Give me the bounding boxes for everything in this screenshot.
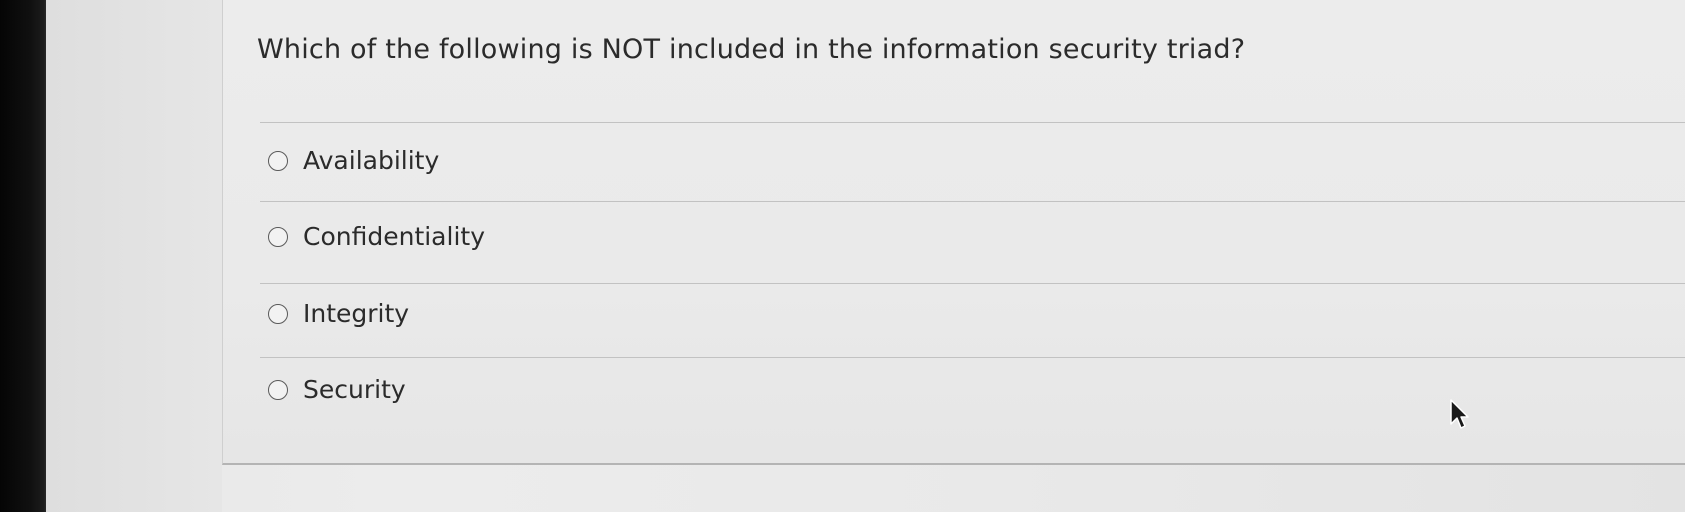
radio-button-icon[interactable]	[268, 379, 288, 400]
mouse-pointer-icon	[1450, 399, 1469, 429]
option-label: Availability	[303, 146, 440, 175]
page-margin	[46, 0, 222, 512]
option-label: Security	[303, 375, 406, 404]
radio-button-icon[interactable]	[268, 150, 288, 171]
option-availability[interactable]: Availability	[268, 146, 439, 175]
monitor-bezel	[0, 0, 46, 512]
option-security[interactable]: Security	[268, 375, 406, 404]
option-integrity[interactable]: Integrity	[268, 299, 409, 328]
option-label: Integrity	[303, 299, 410, 328]
radio-button-icon[interactable]	[268, 226, 288, 247]
radio-button-icon[interactable]	[268, 303, 288, 324]
divider	[260, 201, 1685, 202]
option-confidentiality[interactable]: Confidentiality	[268, 222, 485, 251]
divider	[260, 357, 1685, 358]
divider	[260, 283, 1685, 284]
option-label: Confidentiality	[303, 222, 485, 251]
question-text: Which of the following is NOT included i…	[257, 34, 1246, 65]
divider	[260, 122, 1685, 123]
